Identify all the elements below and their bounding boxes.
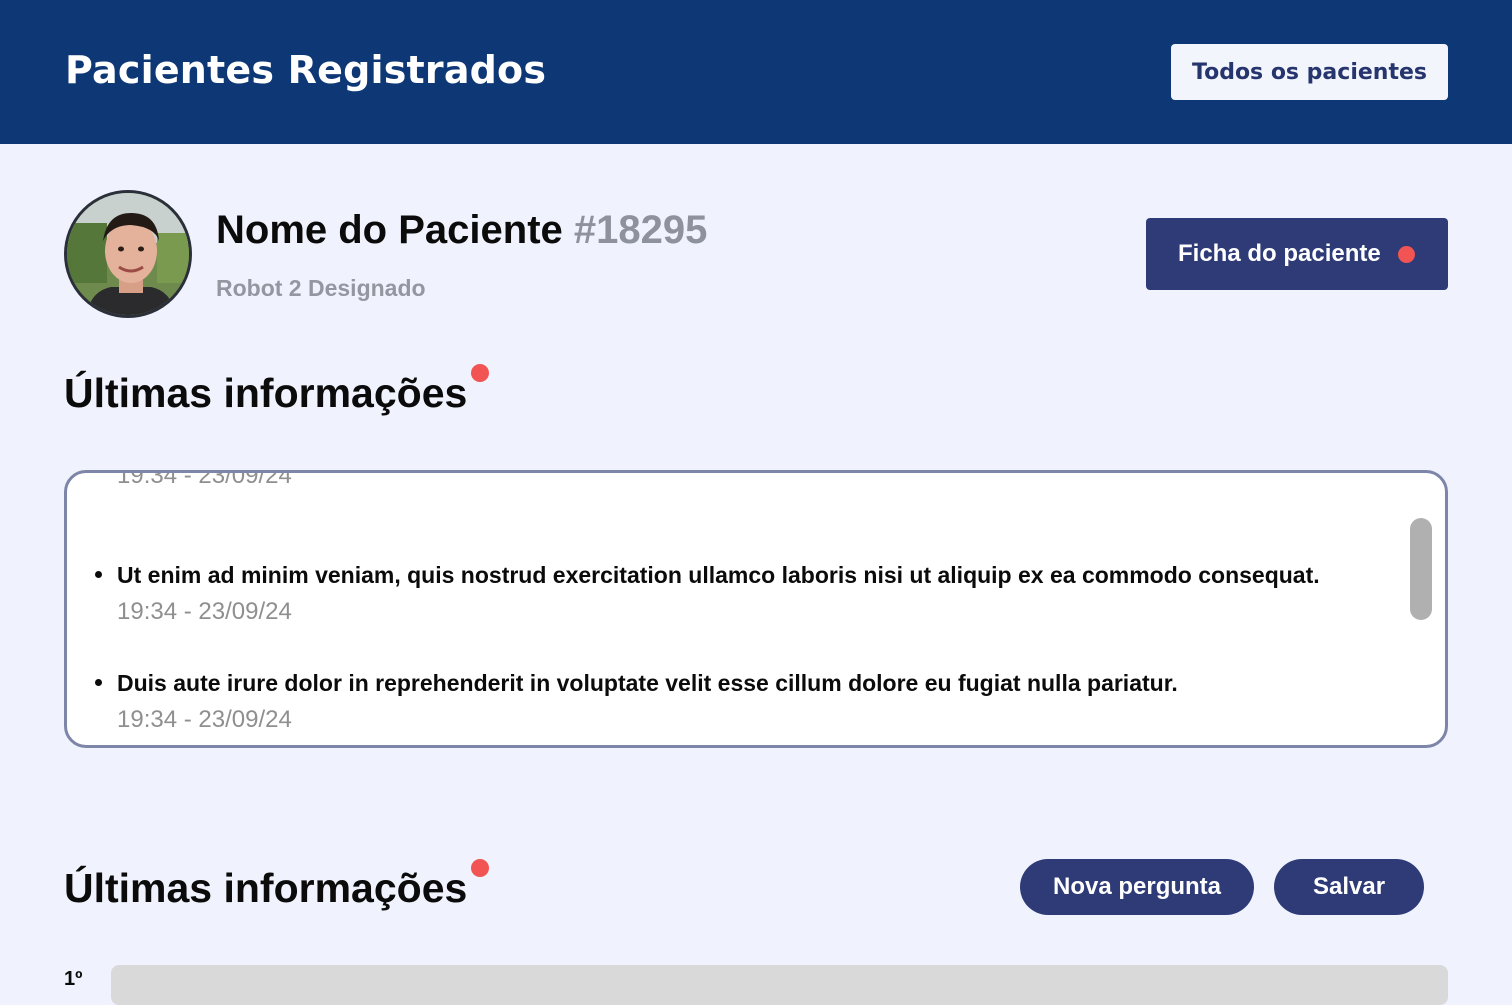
page-title: Pacientes Registrados xyxy=(65,48,547,92)
notification-dot xyxy=(1398,246,1415,263)
item-timestamp: 19:34 - 23/09/24 xyxy=(117,706,292,733)
patient-id: #18295 xyxy=(573,208,708,252)
patient-record-button[interactable]: Ficha do paciente xyxy=(1146,218,1448,290)
patient-name-heading: Nome do Paciente #18295 xyxy=(216,208,707,253)
all-patients-button[interactable]: Todos os pacientes xyxy=(1171,44,1448,100)
item-text: Duis aute irure dolor in reprehenderit i… xyxy=(117,670,1178,696)
item-timestamp: 19:34 - 23/09/24 xyxy=(117,598,292,625)
patient-avatar xyxy=(64,190,192,318)
item-text: Ut enim ad minim veniam, quis nostrud ex… xyxy=(117,562,1320,588)
question-number: 1º xyxy=(64,968,83,990)
bullet xyxy=(95,679,102,686)
assigned-robot-label: Robot 2 Designado xyxy=(216,275,426,301)
scrollbar-thumb[interactable] xyxy=(1410,518,1432,620)
new-question-button[interactable]: Nova pergunta xyxy=(1020,859,1254,915)
patient-photo xyxy=(67,193,189,315)
patient-record-label: Ficha do paciente xyxy=(1178,240,1381,267)
questions-title: Últimas informações xyxy=(64,865,468,911)
questions-notification-dot xyxy=(471,859,489,877)
patient-name: Nome do Paciente xyxy=(216,208,563,252)
question-input[interactable] xyxy=(111,965,1448,1005)
latest-info-list-box[interactable]: 19:34 - 23/09/24 Ut enim ad minim veniam… xyxy=(64,470,1448,748)
save-button[interactable]: Salvar xyxy=(1274,859,1424,915)
item-timestamp: 19:34 - 23/09/24 xyxy=(117,470,292,489)
latest-info-notification-dot xyxy=(471,364,489,382)
bullet xyxy=(95,571,102,578)
top-bar: Pacientes Registrados Todos os pacientes xyxy=(0,0,1512,144)
latest-info-title: Últimas informações xyxy=(64,370,468,416)
